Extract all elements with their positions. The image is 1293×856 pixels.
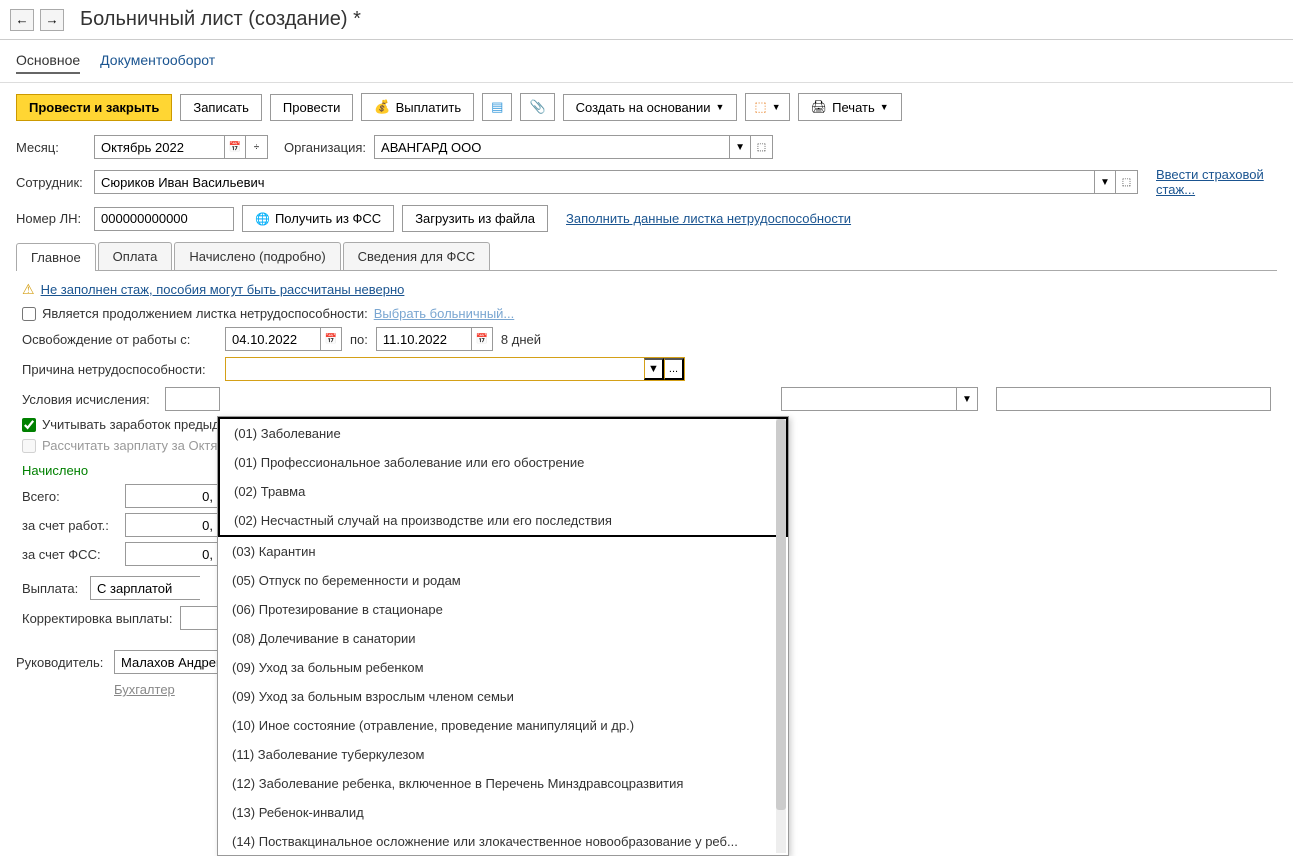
reason-label: Причина нетрудоспособности: (22, 362, 217, 377)
print-button[interactable]: 🖨 Печать ▼ (798, 93, 902, 121)
days-label: 8 дней (501, 332, 541, 347)
continuation-checkbox[interactable] (22, 307, 36, 321)
warning-link[interactable]: Не заполнен стаж, пособия могут быть рас… (41, 282, 405, 297)
dropdown-item[interactable]: (03) Карантин (218, 537, 788, 566)
dropdown-item[interactable]: (06) Протезирование в стационаре (218, 595, 788, 624)
reason-dropdown-button[interactable]: ▼ (644, 358, 664, 380)
payment-input[interactable] (90, 576, 200, 600)
conditions-extra-input[interactable] (781, 387, 956, 411)
calc-salary-checkbox (22, 439, 36, 453)
dropdown-scrollbar[interactable] (776, 419, 786, 853)
continuation-label: Является продолжением листка нетрудоспос… (42, 306, 368, 321)
month-label: Месяц: (16, 140, 86, 155)
tab-fss[interactable]: Сведения для ФСС (343, 242, 490, 270)
create-based-button[interactable]: Создать на основании ▼ (563, 94, 738, 121)
get-fss-button[interactable]: 🌐Получить из ФСС (242, 205, 394, 232)
conditions-dropdown[interactable]: ▼ (956, 387, 978, 411)
post-button[interactable]: Провести (270, 94, 354, 121)
manager-input[interactable] (114, 650, 224, 674)
employee-label: Сотрудник: (16, 175, 86, 190)
warning-icon: ⚠ (22, 281, 35, 298)
dropdown-item[interactable]: (09) Уход за больным ребенком (218, 653, 788, 682)
total-input[interactable] (125, 484, 220, 508)
month-input[interactable] (94, 135, 224, 159)
extra-button[interactable]: ⬚▼ (745, 93, 789, 121)
reason-dropdown-panel: (01) Заболевание (01) Профессиональное з… (217, 416, 789, 856)
employee-dropdown-button[interactable]: ▼ (1094, 170, 1116, 194)
select-sick-link[interactable]: Выбрать больничный... (374, 306, 515, 321)
post-close-button[interactable]: Провести и закрыть (16, 94, 172, 121)
reason-more-button[interactable]: ... (664, 358, 684, 380)
date-to-input[interactable] (376, 327, 471, 351)
dropdown-item[interactable]: (02) Травма (220, 477, 786, 506)
release-label: Освобождение от работы с: (22, 332, 217, 347)
dropdown-item[interactable]: (01) Заболевание (220, 419, 786, 448)
org-label: Организация: (284, 140, 366, 155)
correction-label: Корректировка выплаты: (22, 611, 172, 626)
date-from-input[interactable] (225, 327, 320, 351)
tab-payment[interactable]: Оплата (98, 242, 173, 270)
dropdown-item[interactable]: (08) Долечивание в санатории (218, 624, 788, 653)
org-open-button[interactable]: ⬚ (751, 135, 773, 159)
nav-main[interactable]: Основное (16, 48, 80, 74)
tab-accrued[interactable]: Начислено (подробно) (174, 242, 340, 270)
conditions-input[interactable] (165, 387, 220, 411)
doc-icon-button[interactable]: ▤ (482, 93, 512, 121)
dropdown-item[interactable]: (01) Профессиональное заболевание или ег… (220, 448, 786, 477)
conditions-label: Условия исчисления: (22, 392, 157, 407)
fill-link[interactable]: Заполнить данные листка нетрудоспособнос… (566, 211, 851, 226)
dropdown-item[interactable]: (09) Уход за больным взрослым членом сем… (218, 682, 788, 711)
employee-input[interactable] (94, 170, 1094, 194)
ln-input[interactable] (94, 207, 234, 231)
dropdown-item[interactable]: (12) Заболевание ребенка, включенное в П… (218, 769, 788, 798)
accountant-link[interactable]: Бухгалтер (114, 682, 175, 697)
load-file-button[interactable]: Загрузить из файла (402, 205, 548, 232)
attach-icon-button[interactable]: 📎 (520, 93, 554, 121)
date-to-label: по: (350, 332, 368, 347)
date-from-calendar[interactable]: 📅 (320, 327, 342, 351)
payment-label: Выплата: (22, 581, 82, 596)
tab-main[interactable]: Главное (16, 243, 96, 271)
dropdown-item[interactable]: (13) Ребенок-инвалид (218, 798, 788, 827)
dropdown-item[interactable]: (10) Иное состояние (отравление, проведе… (218, 711, 788, 740)
dropdown-item[interactable]: (02) Несчастный случай на производстве и… (220, 506, 786, 535)
fss-amount-label: за счет ФСС: (22, 547, 117, 562)
pay-button[interactable]: 💰Выплатить (361, 93, 474, 121)
fss-amount-input[interactable] (125, 542, 220, 566)
save-button[interactable]: Записать (180, 94, 262, 121)
insurance-link[interactable]: Ввести страховой стаж... (1156, 167, 1277, 197)
month-calendar-button[interactable]: 📅 (224, 135, 246, 159)
employer-label: за счет работ.: (22, 518, 117, 533)
ln-label: Номер ЛН: (16, 211, 86, 226)
page-title: Больничный лист (создание) * (80, 8, 361, 31)
back-button[interactable]: ← (10, 9, 34, 31)
dropdown-item[interactable]: (05) Отпуск по беременности и родам (218, 566, 788, 595)
reason-input[interactable] (226, 358, 644, 380)
total-label: Всего: (22, 489, 117, 504)
org-dropdown-button[interactable]: ▼ (729, 135, 751, 159)
conditions-extra2-input[interactable] (996, 387, 1271, 411)
org-input[interactable] (374, 135, 729, 159)
earn-checkbox[interactable] (22, 418, 36, 432)
forward-button[interactable]: → (40, 9, 64, 31)
manager-label: Руководитель: (16, 655, 106, 670)
month-spinner-button[interactable]: ÷ (246, 135, 268, 159)
employee-open-button[interactable]: ⬚ (1116, 170, 1138, 194)
dropdown-item[interactable]: (11) Заболевание туберкулезом (218, 740, 788, 769)
date-to-calendar[interactable]: 📅 (471, 327, 493, 351)
dropdown-item[interactable]: (14) Поствакцинальное осложнение или зло… (218, 827, 788, 856)
nav-docflow[interactable]: Документооборот (100, 48, 215, 74)
employer-input[interactable] (125, 513, 220, 537)
